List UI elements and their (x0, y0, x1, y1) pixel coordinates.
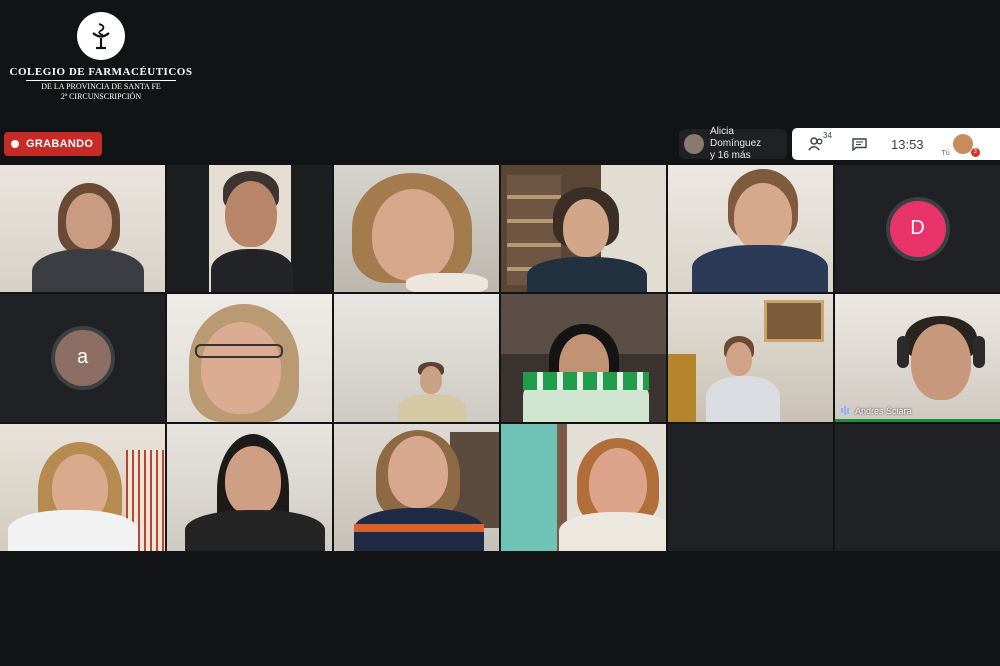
participant-tile[interactable] (334, 165, 499, 293)
participant-tile[interactable] (668, 165, 833, 293)
avatar (952, 134, 973, 154)
presenter-name: Alicia Domínguez (710, 126, 762, 149)
participant-tile[interactable] (835, 423, 1000, 551)
chat-icon (852, 137, 867, 151)
active-speaker-border (835, 418, 1000, 422)
participant-tile[interactable]: D (835, 165, 1000, 293)
participant-tile[interactable] (0, 423, 165, 551)
participant-tile[interactable] (167, 423, 332, 551)
participant-tile[interactable] (501, 294, 666, 422)
participants-button[interactable]: 34 (808, 131, 832, 155)
participant-tile[interactable]: a (0, 294, 165, 422)
participant-count: 34 (823, 131, 832, 140)
participant-tile[interactable]: Andres Sciara (835, 294, 1000, 422)
participant-tile[interactable] (334, 423, 499, 551)
logo-subtitle-1: DE LA PROVINCIA DE SANTA FE (41, 82, 161, 91)
logo-subtitle-2: 2ª CIRCUNSCRIPCIÓN (60, 92, 142, 101)
rod-of-asclepius-icon (77, 12, 125, 60)
participant-name-tag: Andres Sciara (841, 406, 912, 416)
recording-badge: GRABANDO (4, 132, 103, 156)
video-grid: D a Andres Sciara (0, 165, 1000, 551)
participant-name: Andres Sciara (855, 405, 912, 416)
people-icon (808, 137, 823, 151)
participant-tile[interactable] (668, 423, 833, 551)
recording-label: GRABANDO (26, 138, 94, 150)
participant-tile[interactable] (501, 165, 666, 293)
record-dot-icon (11, 140, 19, 148)
presenter-more: y 16 más (710, 150, 751, 161)
participant-tile[interactable] (0, 165, 165, 293)
chat-button[interactable] (852, 137, 867, 151)
notification-badge: 3 (970, 148, 980, 157)
avatar (684, 134, 704, 154)
participant-tile[interactable] (334, 294, 499, 422)
logo-divider (26, 80, 176, 81)
self-label: Tú (941, 150, 950, 157)
avatar: D (885, 196, 950, 261)
participant-tile[interactable] (167, 165, 332, 293)
self-view-button[interactable]: Tú 3 (941, 131, 980, 157)
participant-tile[interactable] (668, 294, 833, 422)
college-logo: COLEGIO DE FARMACÉUTICOS DE LA PROVINCIA… (10, 12, 192, 102)
meeting-clock: 13:53 (891, 136, 924, 152)
logo-title: COLEGIO DE FARMACÉUTICOS (9, 66, 193, 78)
meeting-toolbar: 34 13:53 Tú 3 (792, 128, 1000, 160)
participant-tile[interactable] (167, 294, 332, 422)
presenter-pill[interactable]: Alicia Domínguez y 16 más (679, 126, 787, 161)
participant-tile[interactable] (501, 423, 666, 551)
avatar: a (50, 325, 115, 390)
speaking-indicator-icon (841, 406, 849, 416)
